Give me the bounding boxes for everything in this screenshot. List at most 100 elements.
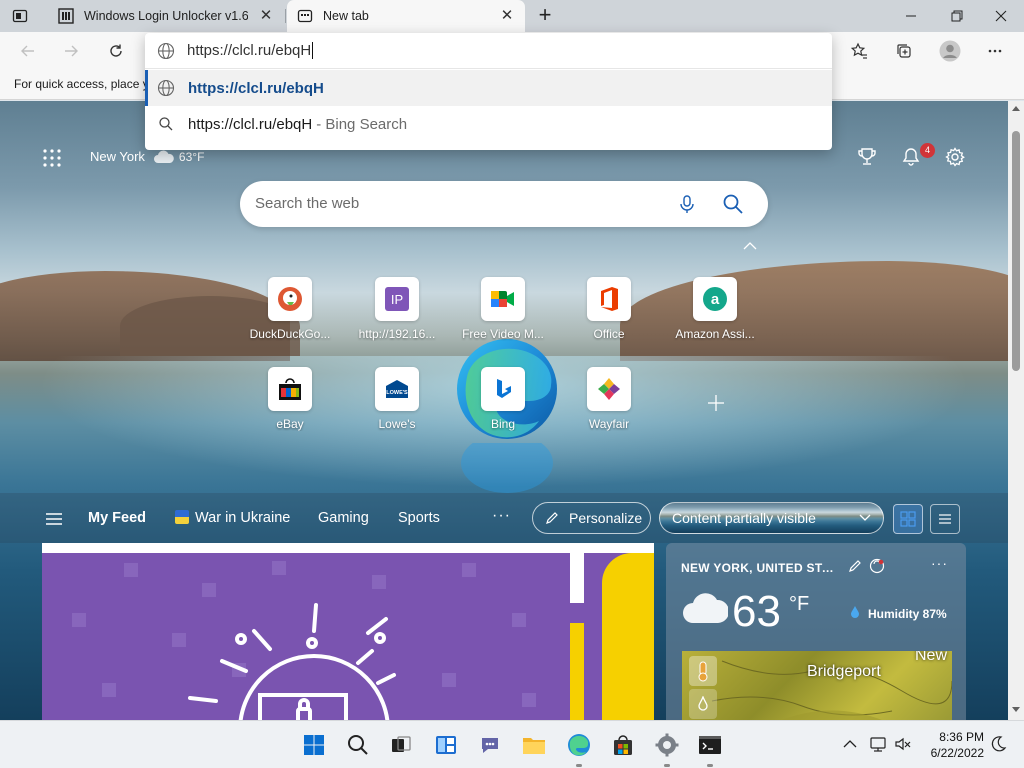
page-scrollbar[interactable] [1008, 101, 1024, 720]
profile-button[interactable] [937, 38, 963, 64]
add-quick-link-icon[interactable] [706, 393, 726, 413]
weather-card-location: NEW YORK, UNITED STA... [681, 561, 841, 575]
refresh-button[interactable] [103, 38, 129, 64]
amazon-assistant-icon: a [693, 277, 737, 321]
suggestion-url[interactable]: https://clcl.ru/ebqH [145, 70, 832, 106]
address-bar[interactable]: https://clcl.ru/ebqH [145, 33, 832, 69]
newtab-icon [297, 8, 313, 24]
settings-taskbar-button[interactable] [655, 733, 679, 757]
weather-summary[interactable]: New York 63°F [90, 149, 204, 164]
web-search-box[interactable]: Search the web [240, 181, 768, 227]
restore-button[interactable] [934, 0, 980, 32]
feed-more-button[interactable]: ··· [492, 507, 511, 525]
quick-link-ip[interactable]: IP http://192.16... [349, 277, 445, 357]
rewards-button[interactable] [856, 146, 878, 168]
tab-strip: Windows Login Unlocker v1.6 : C ✕ New ta… [0, 0, 1024, 32]
feed-tab-my-feed[interactable]: My Feed [88, 510, 146, 526]
weather-card-unit[interactable]: °F [789, 593, 809, 616]
hamburger-menu-icon[interactable] [45, 512, 63, 526]
store-button[interactable] [611, 733, 635, 757]
weather-map[interactable]: Bridgeport New [682, 651, 952, 720]
precipitation-layer-icon[interactable] [689, 689, 717, 719]
volume-button[interactable] [893, 734, 913, 754]
feed-hero-card[interactable] [42, 543, 654, 720]
quick-link-wayfair[interactable]: Wayfair [561, 367, 657, 447]
tab-close-icon[interactable]: ✕ [258, 8, 274, 24]
personalize-button[interactable]: Personalize [532, 502, 651, 534]
microphone-icon[interactable] [677, 194, 697, 214]
quick-link-label: eBay [276, 417, 304, 431]
tab-title: Windows Login Unlocker v1.6 : C [84, 9, 248, 23]
restore-icon [951, 10, 963, 22]
quick-link-lowes[interactable]: LOWE'S Lowe's [349, 367, 445, 447]
feed-tab-war-in-ukraine[interactable]: War in Ukraine [175, 510, 290, 526]
suggestion-bing-search[interactable]: https://clcl.ru/ebqH - Bing Search [145, 106, 832, 142]
feed-tab-gaming[interactable]: Gaming [318, 510, 369, 526]
taskbar: 8:36 PM 6/22/2022 [0, 720, 1024, 768]
quick-link-bing[interactable]: Bing [455, 367, 551, 447]
notification-badge: 4 [920, 143, 935, 158]
tab-windows-login-unlocker[interactable]: Windows Login Unlocker v1.6 : C ✕ [48, 0, 284, 32]
address-input[interactable]: https://clcl.ru/ebqH [187, 42, 687, 60]
widgets-icon [436, 736, 456, 754]
quick-link-office[interactable]: Office [561, 277, 657, 357]
quick-link-label: Amazon Assi... [675, 327, 755, 341]
minimize-button[interactable] [888, 0, 934, 32]
edit-location-icon[interactable] [848, 559, 862, 573]
quick-link-free-video[interactable]: Free Video M... [455, 277, 551, 357]
quick-link-label: Bing [490, 417, 516, 431]
feed-tab-sports[interactable]: Sports [398, 510, 440, 526]
tab-close-icon[interactable]: ✕ [499, 8, 515, 24]
close-window-button[interactable] [978, 0, 1024, 32]
favorites-button[interactable] [846, 38, 872, 64]
grid-layout-button[interactable] [893, 504, 923, 534]
content-visibility-dropdown[interactable]: Content partially visible [659, 502, 884, 534]
notification-center-button[interactable] [988, 734, 1008, 754]
collections-button[interactable] [891, 38, 917, 64]
taskbar-search-button[interactable] [346, 733, 370, 757]
notifications-button[interactable] [900, 146, 922, 168]
back-button[interactable] [15, 38, 41, 64]
file-explorer-button[interactable] [522, 733, 546, 757]
ip-icon: IP [375, 277, 419, 321]
bell-icon [902, 148, 920, 166]
tab-actions-icon[interactable] [12, 8, 28, 24]
task-view-button[interactable] [389, 733, 413, 757]
scrollbar-thumb[interactable] [1012, 131, 1020, 371]
wayfair-icon [587, 367, 631, 411]
map-label-new: New [915, 651, 948, 664]
settings-more-button[interactable] [982, 38, 1008, 64]
app-launcher-icon[interactable] [42, 148, 62, 168]
edge-taskbar-button[interactable] [567, 733, 591, 757]
weather-alert-icon[interactable] [869, 558, 885, 574]
search-input[interactable]: Search the web [255, 195, 359, 212]
quick-link-amazon-assistant[interactable]: a Amazon Assi... [667, 277, 763, 357]
quick-link-ebay[interactable]: eBay [242, 367, 338, 447]
quick-link-duckduckgo[interactable]: DuckDuckGo... [242, 277, 338, 357]
collections-icon [897, 44, 911, 58]
list-layout-button[interactable] [930, 504, 960, 534]
weather-card[interactable]: NEW YORK, UNITED STA... ··· 63 °F Humidi… [666, 543, 966, 720]
weather-card-more-button[interactable]: ··· [931, 555, 948, 571]
search-icon[interactable] [722, 193, 744, 215]
terminal-button[interactable] [698, 733, 722, 757]
widgets-button[interactable] [434, 733, 458, 757]
weather-location: New York [90, 149, 145, 164]
teams-chat-button[interactable] [478, 733, 502, 757]
tray-overflow-button[interactable] [840, 734, 860, 754]
rewards-trophy-icon [858, 148, 876, 165]
tab-new-tab[interactable]: New tab ✕ [287, 0, 525, 32]
temperature-layer-icon[interactable] [689, 656, 717, 686]
terminal-icon [699, 736, 721, 754]
network-button[interactable] [868, 734, 888, 754]
map-label-bridgeport: Bridgeport [807, 663, 881, 680]
start-button[interactable] [302, 733, 326, 757]
suggestion-text: https://clcl.ru/ebqH [188, 79, 324, 97]
page-settings-button[interactable] [944, 146, 966, 168]
quick-link-label: Free Video M... [462, 327, 544, 341]
new-tab-button[interactable]: + [534, 4, 556, 27]
weather-card-temperature: 63 [732, 587, 781, 636]
forward-button[interactable] [58, 38, 84, 64]
chevron-up-icon[interactable] [742, 239, 758, 250]
clock[interactable]: 8:36 PM 6/22/2022 [920, 729, 984, 761]
